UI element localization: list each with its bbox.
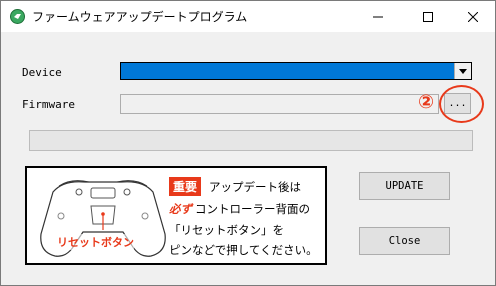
maximize-icon: [422, 11, 433, 22]
notice-line-3: 「リセットボタン」を: [169, 223, 284, 237]
chevron-down-icon: [459, 68, 467, 74]
minimize-icon: [372, 16, 383, 17]
notice-line-1: アップデート後は: [209, 180, 301, 194]
progress-bar: [29, 130, 473, 151]
notice-panel: リセットボタン 重要 アップデート後は 必ず コントローラー背面の 「リセットボ…: [25, 166, 327, 265]
maximize-button[interactable]: [405, 1, 450, 32]
important-badge: 重要: [169, 177, 202, 196]
annotation-circle: [439, 85, 484, 123]
update-button[interactable]: UPDATE: [359, 172, 450, 200]
firmware-path-field[interactable]: [120, 94, 439, 114]
dropdown-arrow[interactable]: [454, 63, 471, 79]
firmware-label: Firmware: [22, 98, 75, 111]
title-bar: ファームウェアアップデートプログラム: [1, 1, 495, 32]
close-icon: [467, 11, 478, 22]
minimize-button[interactable]: [355, 1, 400, 32]
close-window-button[interactable]: [450, 1, 495, 32]
reset-button-callout: リセットボタン: [57, 234, 134, 250]
notice-emphasis: 必ず: [169, 202, 192, 216]
app-icon: [10, 9, 25, 24]
close-button[interactable]: Close: [359, 227, 450, 255]
window-title: ファームウェアアップデートプログラム: [32, 10, 248, 24]
device-label: Device: [22, 66, 62, 79]
firmware-update-window: ファームウェアアップデートプログラム Device Firmware ② ...…: [0, 0, 496, 286]
notice-line-4: ピンなどで押してください。: [169, 243, 318, 257]
notice-line-2: コントローラー背面の: [195, 202, 310, 216]
annotation-number: ②: [418, 91, 435, 113]
device-select[interactable]: [120, 62, 472, 80]
